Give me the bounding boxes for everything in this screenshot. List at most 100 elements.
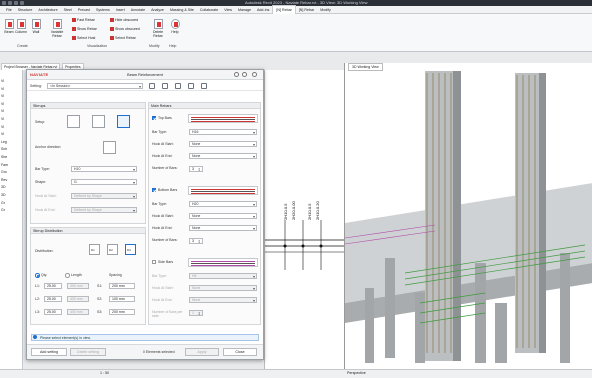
top-hook-end-select[interactable]: None (189, 153, 257, 159)
open-icon[interactable] (2, 1, 6, 5)
distribution-spacing-input[interactable]: 200 mm (109, 309, 135, 315)
tree-item[interactable]: Rev (1, 177, 8, 185)
ribbon-tab[interactable]: Manage (235, 6, 254, 14)
distribution-spacing-input[interactable]: 200 mm (109, 283, 135, 289)
tree-item[interactable]: Vi (1, 93, 8, 101)
bottom-hook-start-select[interactable]: None (189, 213, 257, 219)
export-setting-icon[interactable] (201, 83, 207, 89)
side-bar-type-select[interactable]: H8 (189, 273, 257, 279)
ribbon-tab[interactable]: Structure (15, 6, 36, 14)
tree-item[interactable]: Gro (1, 169, 8, 177)
import-setting-icon[interactable] (188, 83, 194, 89)
select-host-button[interactable]: Select Host (72, 36, 95, 41)
distribution-l-input[interactable]: 25.00 (44, 309, 62, 315)
side-number-input[interactable]: 1 (189, 310, 203, 316)
distribution-option-3[interactable]: D3 (125, 244, 136, 255)
stirrup-shape-select[interactable]: I1 (71, 179, 137, 185)
top-bar-type-select[interactable]: H16 (189, 129, 257, 135)
distribution-qty-input[interactable]: 400 mm (67, 283, 89, 289)
tree-item[interactable]: She (1, 154, 8, 162)
drawing-view[interactable]: 2H10-0.5 2H20-0.00 2H10-0.5 2H10-0.20 (264, 70, 345, 369)
ribbon-tab[interactable]: Annotate (128, 6, 148, 14)
stirrup-bar-type-select[interactable]: H10 (71, 166, 137, 172)
help-icon[interactable] (234, 72, 239, 77)
undo-icon[interactable] (14, 1, 18, 5)
anchor-direction-picker[interactable] (103, 141, 116, 154)
ribbon-tab[interactable]: Analyze (148, 6, 167, 14)
delete-rebar-button[interactable]: Delete Rebar (149, 19, 167, 38)
tree-item[interactable]: Sch (1, 146, 8, 154)
distribution-qty-input[interactable]: 400 mm (67, 309, 89, 315)
ribbon-tab[interactable]: Massing & Site (167, 6, 197, 14)
ribbon-tab[interactable]: View (221, 6, 235, 14)
tree-item[interactable]: Leg (1, 139, 8, 147)
close-button[interactable]: Close (223, 348, 257, 356)
tree-item[interactable]: Vi (1, 131, 8, 139)
side-hook-start-select[interactable]: None (189, 285, 257, 291)
bottom-number-input[interactable]: 3 (189, 238, 203, 244)
ribbon-tab[interactable]: Architecture (35, 6, 60, 14)
tree-item[interactable]: Vi (1, 116, 8, 124)
bottom-hook-end-select[interactable]: None (189, 225, 257, 231)
distribution-l-input[interactable]: 25.00 (44, 296, 62, 302)
show-obscured-button[interactable]: Show obscured (110, 27, 140, 32)
ribbon-tab[interactable]: Insert (113, 6, 128, 14)
ribbon-tab[interactable]: Steel (61, 6, 75, 14)
tab-3d-working-view[interactable]: 3D Working View (348, 63, 383, 71)
select-rebar-button[interactable]: Select Rebar (110, 36, 136, 41)
add-setting-button[interactable]: Add setting (31, 348, 67, 356)
tree-item[interactable]: Vi (1, 86, 8, 94)
delete-setting-icon[interactable] (175, 83, 181, 89)
distribution-option-2[interactable]: D2 (107, 244, 118, 255)
top-hook-start-select[interactable]: None (189, 141, 257, 147)
delete-setting-button[interactable]: Delete setting (70, 348, 106, 356)
ribbon-tab[interactable]: [N] Rebar (296, 6, 317, 14)
side-hook-end-select[interactable]: None (189, 297, 257, 303)
variable-rebar-button[interactable]: Variable Rebar (47, 19, 67, 38)
view-scale[interactable]: 1 : 50 (100, 371, 109, 375)
ribbon-tab[interactable]: [N] Rebar (272, 5, 296, 14)
help-button[interactable]: Help (168, 19, 182, 34)
stirrup-hook-end-select[interactable]: Defined by Shape (71, 207, 137, 213)
tree-item[interactable]: Vi (1, 108, 8, 116)
show-rebar-button[interactable]: Show Rebar (72, 27, 97, 32)
tree-item[interactable]: Vi (1, 124, 8, 132)
tree-item[interactable]: Gr (1, 207, 8, 215)
tree-item[interactable]: Fam (1, 162, 8, 170)
tree-item[interactable]: 3D (1, 192, 8, 200)
save-setting-icon[interactable] (162, 83, 168, 89)
wall-button[interactable]: Wall (29, 19, 43, 34)
top-number-input[interactable]: 3 (189, 166, 203, 172)
save-icon[interactable] (8, 1, 12, 5)
tree-item[interactable]: 3D (1, 184, 8, 192)
ribbon-tab[interactable]: Systems (93, 6, 113, 14)
quick-access-toolbar[interactable] (2, 1, 24, 5)
column-button[interactable]: Column (14, 19, 28, 34)
new-setting-icon[interactable] (149, 83, 155, 89)
stirrup-type-double[interactable] (92, 115, 105, 128)
ribbon-tab[interactable]: File (3, 6, 15, 14)
stirrup-type-single[interactable] (67, 115, 80, 128)
bottom-bars-checkbox[interactable] (152, 188, 156, 192)
distribution-l-input[interactable]: 25.00 (44, 283, 62, 289)
fast-rebar-button[interactable]: Fast Rebar (72, 18, 95, 23)
bottom-bar-type-select[interactable]: H20 (189, 201, 257, 207)
tree-item[interactable]: Gr (1, 200, 8, 208)
distribution-option-1[interactable]: D1 (89, 244, 100, 255)
ribbon-tab[interactable]: Add-Ins (254, 6, 272, 14)
side-bars-checkbox[interactable] (152, 260, 156, 264)
tree-item[interactable]: Vi (1, 78, 8, 86)
tree-item[interactable]: Vi (1, 101, 8, 109)
stirrup-hook-start-select[interactable]: Defined by Shape (71, 193, 137, 199)
stirrup-type-selected[interactable] (117, 115, 130, 128)
qty-radio[interactable] (35, 273, 40, 278)
redo-icon[interactable] (20, 1, 24, 5)
distribution-qty-input[interactable]: 400 mm (67, 296, 89, 302)
ribbon-tab[interactable]: Precast (75, 6, 93, 14)
distribution-spacing-input[interactable]: 100 mm (109, 296, 135, 302)
close-icon[interactable] (252, 72, 257, 77)
hide-obscured-button[interactable]: Hide obscured (110, 18, 138, 23)
ribbon-tab[interactable]: Modify (317, 6, 334, 14)
minimize-icon[interactable] (242, 72, 247, 77)
setting-select[interactable]: <In Session> (47, 83, 143, 89)
